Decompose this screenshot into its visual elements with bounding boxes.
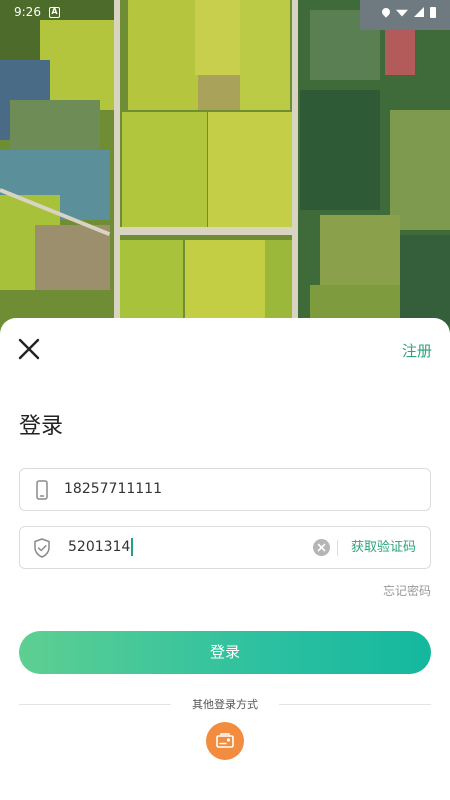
phone-input[interactable]: 18257711111 <box>64 469 162 510</box>
code-field[interactable]: 5201314 获取验证码 <box>19 526 431 569</box>
register-link[interactable]: 注册 <box>402 340 432 361</box>
get-code-button[interactable]: 获取验证码 <box>351 527 416 568</box>
alt-login-button[interactable] <box>206 722 244 760</box>
header-background-photo <box>0 0 450 340</box>
battery-icon <box>430 6 436 18</box>
field-divider <box>337 540 338 556</box>
phone-field[interactable]: 18257711111 <box>19 468 431 511</box>
other-login-label: 其他登录方式 <box>192 698 258 711</box>
login-sheet: 注册 登录 18257711111 5201314 获取验证码 忘记密码 登录 … <box>0 318 450 800</box>
shield-check-icon <box>34 538 50 558</box>
id-card-icon <box>216 733 234 748</box>
status-time: 9:26 <box>14 5 41 19</box>
login-button[interactable]: 登录 <box>19 631 431 674</box>
phone-icon <box>36 480 48 500</box>
status-bar: 9:26 A <box>0 0 450 24</box>
other-login-divider: 其他登录方式 <box>19 695 431 715</box>
clear-button[interactable] <box>313 539 330 556</box>
location-icon <box>380 6 392 18</box>
close-icon <box>18 338 40 360</box>
divider-line-right <box>279 704 431 705</box>
notification-icon: A <box>48 6 60 18</box>
close-button[interactable] <box>14 334 44 364</box>
code-input[interactable]: 5201314 <box>68 539 130 555</box>
code-input-wrapper[interactable]: 5201314 <box>68 527 134 568</box>
forgot-password-link[interactable]: 忘记密码 <box>383 582 431 599</box>
clear-icon <box>317 543 326 552</box>
page-title: 登录 <box>19 414 64 439</box>
text-cursor <box>131 538 134 556</box>
wifi-icon <box>396 9 408 17</box>
signal-icon <box>414 7 424 17</box>
